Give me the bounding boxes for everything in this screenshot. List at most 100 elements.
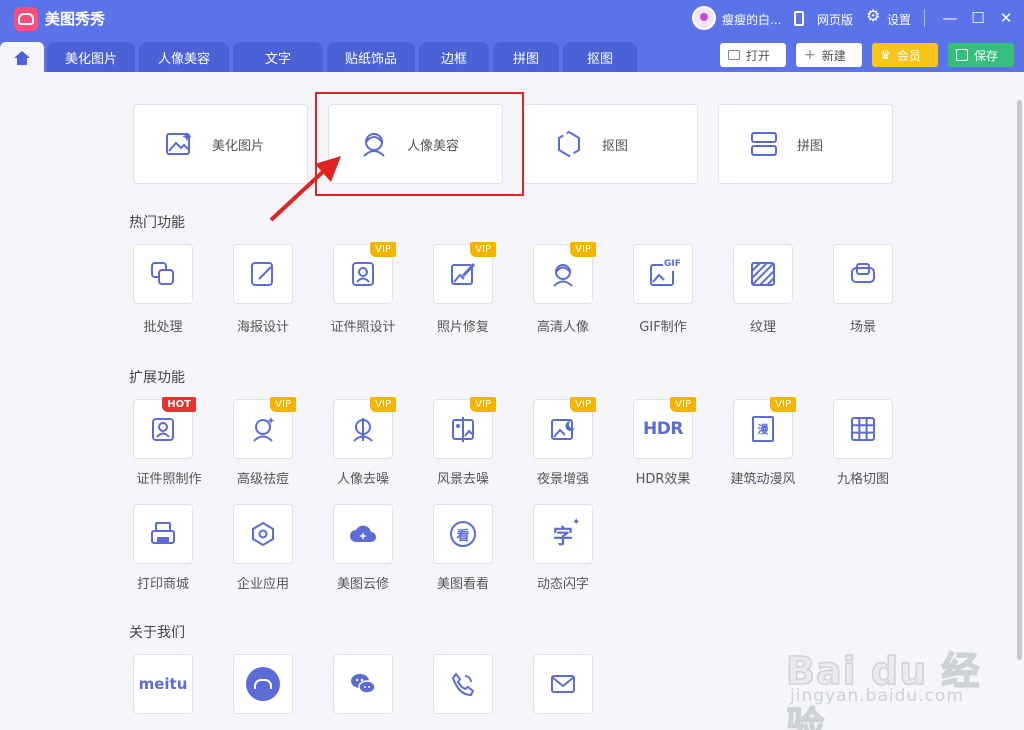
tile-web-version[interactable] <box>233 654 293 714</box>
app-title: 美图秀秀 <box>45 10 106 28</box>
tile-photo-repair[interactable]: VIP <box>433 242 496 304</box>
web-version-link[interactable]: 网页版 <box>817 11 853 28</box>
tile-scene[interactable] <box>833 244 893 304</box>
vip-badge: VIP <box>770 397 796 412</box>
vip-badge: VIP <box>670 397 696 412</box>
tab-frames[interactable]: 边框 <box>419 42 489 72</box>
tile-id-photo-design[interactable]: VIP <box>333 242 396 304</box>
tile-print-shop[interactable] <box>133 504 193 564</box>
tile-hdr[interactable]: VIP HDR <box>633 397 696 459</box>
hd-portrait-icon <box>553 264 573 287</box>
tile-label: GIF制作 <box>639 320 687 335</box>
id-photo-make-icon <box>152 418 174 441</box>
tab-portrait[interactable]: 人像美容 <box>139 42 229 72</box>
minimize-button[interactable]: — <box>940 8 960 28</box>
tile-anime-building[interactable]: VIP 漫 <box>733 397 796 459</box>
phone-service-icon <box>451 672 475 697</box>
title-bar: 美图秀秀 瘦瘦的白... 网页版 ⚙ 设置 — ☐ ✕ <box>0 0 1024 38</box>
cloud-retouch-icon <box>350 525 376 542</box>
tile-phone-service[interactable] <box>433 654 493 714</box>
tile-poster[interactable] <box>233 244 293 304</box>
section-ext: 扩展功能 <box>129 370 185 386</box>
phone-icon[interactable] <box>794 11 804 26</box>
tile-portrait-denoise[interactable]: VIP <box>333 397 396 459</box>
vip-badge: VIP <box>470 242 496 257</box>
tab-cutout[interactable]: 抠图 <box>563 42 637 72</box>
scene-icon <box>851 263 875 283</box>
tile-id-photo-make[interactable]: HOT <box>133 397 196 459</box>
settings-link[interactable]: 设置 <box>887 11 911 28</box>
highlight-box <box>315 92 524 196</box>
vip-badge: VIP <box>270 397 296 412</box>
vip-badge: VIP <box>370 242 396 257</box>
vip-badge: VIP <box>370 397 396 412</box>
tile-batch[interactable] <box>133 244 193 304</box>
divider <box>924 9 925 27</box>
card-collage[interactable]: 拼图 <box>718 104 893 184</box>
tile-viewer[interactable]: 看 <box>433 504 493 564</box>
print-shop-icon <box>151 522 175 544</box>
vip-badge: VIP <box>470 397 496 412</box>
tile-texture[interactable] <box>733 244 793 304</box>
tile-label: 纹理 <box>749 320 776 335</box>
grid-cut-icon <box>851 417 875 441</box>
card-label: 拼图 <box>797 138 824 154</box>
baidu-watermark: Bai du 经验 jingyan.baidu.com <box>785 648 981 730</box>
tile-label: 美图看看 <box>436 577 489 592</box>
tile-hd-portrait[interactable]: VIP <box>533 242 596 304</box>
hdr-icon: HDR <box>643 419 683 439</box>
vip-badge: VIP <box>570 397 596 412</box>
image-icon <box>728 50 740 60</box>
enterprise-icon <box>252 521 274 547</box>
tab-collage[interactable]: 拼图 <box>493 42 559 72</box>
scrollbar[interactable] <box>1017 100 1022 660</box>
tile-official-site[interactable]: meitu <box>133 654 193 714</box>
tab-beautify[interactable]: 美化图片 <box>47 42 135 72</box>
tile-landscape-denoise[interactable]: VIP <box>433 397 496 459</box>
tile-label: 证件照设计 <box>330 320 396 335</box>
poster-icon <box>251 262 273 286</box>
tab-home[interactable] <box>0 42 44 72</box>
tab-bar: 美化图片 人像美容 文字 贴纸饰品 边框 拼图 抠图 打开 + 新建 ♛ 会员 … <box>0 38 1024 72</box>
plus-icon: + <box>804 47 816 63</box>
new-button[interactable]: + 新建 <box>796 43 862 67</box>
tab-stickers[interactable]: 贴纸饰品 <box>327 42 415 72</box>
section-about: 关于我们 <box>129 625 185 641</box>
tile-acne-removal[interactable]: VIP <box>233 397 296 459</box>
tile-label: 九格切图 <box>836 472 889 487</box>
user-avatar[interactable] <box>692 6 716 30</box>
card-label: 美化图片 <box>212 138 265 154</box>
maximize-button[interactable]: ☐ <box>968 8 988 28</box>
annotation-arrow <box>269 156 341 222</box>
tile-cloud-retouch[interactable] <box>333 504 393 564</box>
tile-label: 风景去噪 <box>436 472 489 487</box>
tile-feedback[interactable] <box>533 654 593 714</box>
username[interactable]: 瘦瘦的白... <box>722 11 781 28</box>
flash-text-icon: 字 <box>553 523 573 548</box>
web-version-icon <box>246 667 280 701</box>
tile-label: 高级祛痘 <box>236 472 289 487</box>
tile-enterprise[interactable] <box>233 504 293 564</box>
open-button[interactable]: 打开 <box>720 43 786 67</box>
wechat-icon <box>351 674 376 694</box>
acne-removal-icon <box>253 417 275 442</box>
tile-gif[interactable]: GIF <box>633 244 693 304</box>
tile-grid-cut[interactable] <box>833 399 893 459</box>
close-button[interactable]: ✕ <box>996 8 1016 28</box>
tile-label: 夜景增强 <box>536 472 589 487</box>
tile-label: 高清人像 <box>536 320 589 335</box>
tile-night-enhance[interactable]: VIP <box>533 397 596 459</box>
viewer-icon: 看 <box>450 521 476 547</box>
card-cutout[interactable]: 抠图 <box>523 104 698 184</box>
tile-label: 场景 <box>849 320 876 335</box>
vip-button[interactable]: ♛ 会员 <box>872 43 938 67</box>
night-enhance-icon <box>551 419 575 440</box>
tile-wechat[interactable] <box>333 654 393 714</box>
save-button[interactable]: 保存 <box>948 43 1014 67</box>
tab-text[interactable]: 文字 <box>233 42 323 72</box>
gear-icon[interactable]: ⚙ <box>866 8 880 24</box>
tile-flash-text[interactable]: 字 ✦ <box>533 504 593 564</box>
cutout-icon <box>558 130 580 158</box>
gif-label: GIF <box>664 259 681 269</box>
vip-badge: VIP <box>570 242 596 257</box>
